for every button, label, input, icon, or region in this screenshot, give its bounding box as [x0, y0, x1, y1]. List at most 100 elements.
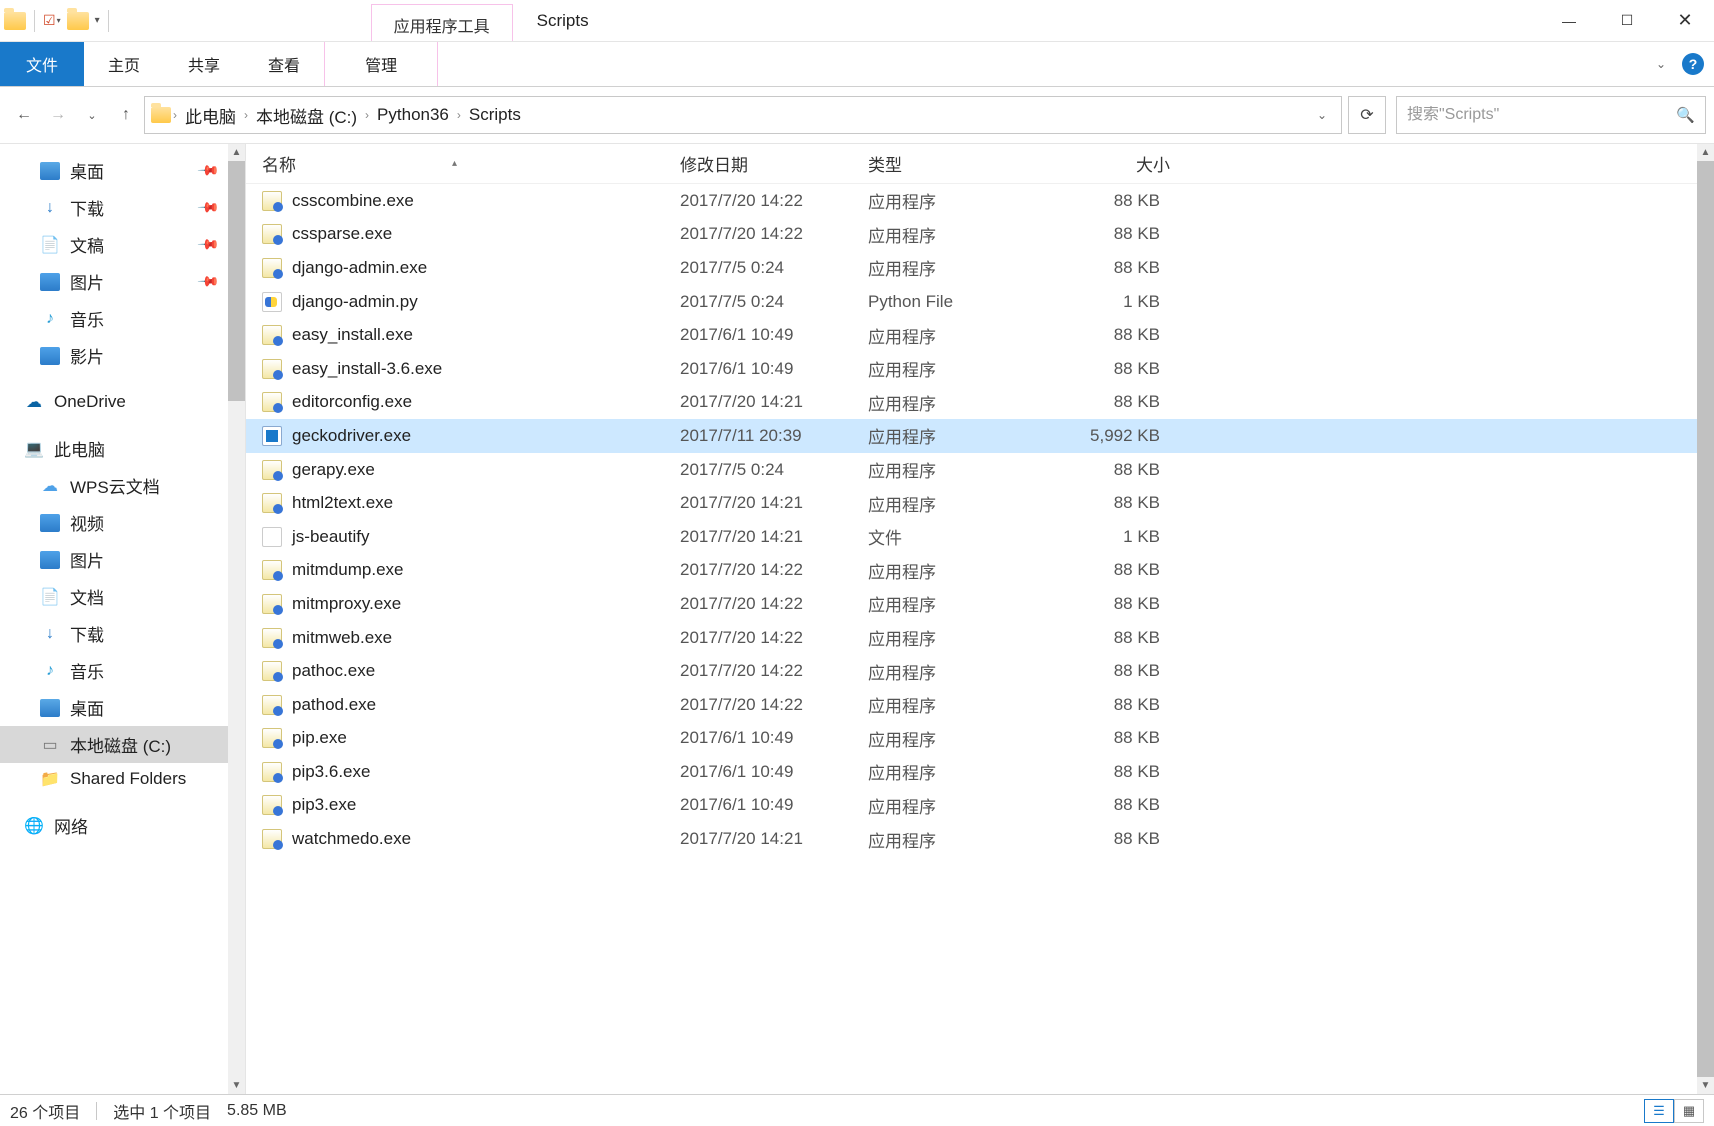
tab-share[interactable]: 共享 — [164, 42, 244, 86]
qat-properties-button[interactable]: ☑▾ — [43, 12, 61, 29]
qat-customize-button[interactable]: ▾ — [95, 15, 100, 26]
scroll-down-arrow-icon[interactable]: ▼ — [1697, 1077, 1714, 1094]
up-button[interactable]: ↑ — [110, 99, 142, 131]
nav-item[interactable]: ♪音乐 — [0, 300, 245, 337]
tab-view[interactable]: 查看 — [244, 42, 324, 86]
column-header-size[interactable]: 大小 — [1056, 151, 1178, 176]
column-header-name[interactable]: 名称 ▴ — [262, 151, 680, 176]
breadcrumb-item[interactable]: 此电脑 — [179, 103, 242, 128]
app-folder-icon[interactable] — [4, 12, 26, 30]
folder-icon — [151, 107, 171, 123]
file-row[interactable]: django-admin.py2017/7/5 0:24Python File1… — [246, 285, 1714, 319]
chevron-right-icon[interactable]: › — [244, 108, 248, 122]
nav-item[interactable]: ♪音乐 — [0, 652, 245, 689]
context-tab-app-tools[interactable]: 应用程序工具 — [371, 4, 513, 41]
view-large-icons-button[interactable]: ▦ — [1674, 1099, 1704, 1123]
nav-item[interactable]: 桌面 — [0, 689, 245, 726]
file-type: 应用程序 — [868, 827, 1056, 852]
back-button[interactable]: ← — [8, 99, 40, 131]
nav-scrollbar[interactable]: ▲ ▼ — [228, 144, 245, 1094]
nav-item[interactable]: 图片📌 — [0, 263, 245, 300]
nav-item[interactable]: 视频 — [0, 504, 245, 541]
file-row[interactable]: js-beautify2017/7/20 14:21文件1 KB — [246, 520, 1714, 554]
scroll-thumb[interactable] — [228, 161, 245, 401]
file-row[interactable]: geckodriver.exe2017/7/11 20:39应用程序5,992 … — [246, 419, 1714, 453]
file-row[interactable]: pip3.6.exe2017/6/1 10:49应用程序88 KB — [246, 755, 1714, 789]
file-scrollbar[interactable]: ▲ ▼ — [1697, 144, 1714, 1094]
nav-item[interactable]: ☁OneDrive — [0, 386, 245, 418]
address-dropdown-button[interactable]: ⌄ — [1309, 108, 1335, 122]
chevron-right-icon[interactable]: › — [173, 108, 177, 122]
file-row[interactable]: mitmweb.exe2017/7/20 14:22应用程序88 KB — [246, 621, 1714, 655]
file-row[interactable]: watchmedo.exe2017/7/20 14:21应用程序88 KB — [246, 822, 1714, 856]
column-header-type[interactable]: 类型 — [868, 151, 1056, 176]
nav-item[interactable]: 💻此电脑 — [0, 430, 245, 467]
file-size: 88 KB — [1056, 325, 1178, 345]
help-button[interactable]: ? — [1682, 53, 1704, 75]
nav-item[interactable]: ▭本地磁盘 (C:) — [0, 726, 245, 763]
tab-manage[interactable]: 管理 — [324, 42, 438, 86]
file-row[interactable]: django-admin.exe2017/7/5 0:24应用程序88 KB — [246, 251, 1714, 285]
minimize-button[interactable]: — — [1540, 0, 1598, 41]
file-row[interactable]: pip3.exe2017/6/1 10:49应用程序88 KB — [246, 789, 1714, 823]
nav-item[interactable]: 桌面📌 — [0, 152, 245, 189]
file-row[interactable]: mitmproxy.exe2017/7/20 14:22应用程序88 KB — [246, 587, 1714, 621]
scroll-down-arrow-icon[interactable]: ▼ — [228, 1077, 245, 1094]
title-bar: ☑▾ ▾ 应用程序工具 Scripts — ☐ ✕ — [0, 0, 1714, 42]
breadcrumb-bar[interactable]: › 此电脑 › 本地磁盘 (C:) › Python36 › Scripts ⌄ — [144, 96, 1342, 134]
file-row[interactable]: editorconfig.exe2017/7/20 14:21应用程序88 KB — [246, 386, 1714, 420]
nav-item[interactable]: 影片 — [0, 337, 245, 374]
file-row[interactable]: pathoc.exe2017/7/20 14:22应用程序88 KB — [246, 654, 1714, 688]
nav-item[interactable]: ↓下载 — [0, 615, 245, 652]
column-header-date[interactable]: 修改日期 — [680, 151, 868, 176]
file-date: 2017/6/1 10:49 — [680, 325, 868, 345]
refresh-button[interactable]: ⟳ — [1348, 96, 1386, 134]
scroll-up-arrow-icon[interactable]: ▲ — [228, 144, 245, 161]
chevron-right-icon[interactable]: › — [457, 108, 461, 122]
nav-item[interactable]: 图片 — [0, 541, 245, 578]
quick-access-toolbar: ☑▾ ▾ — [0, 10, 111, 32]
ribbon-expand-button[interactable]: ⌄ — [1656, 57, 1666, 71]
recent-locations-button[interactable]: ⌄ — [76, 99, 108, 131]
file-row[interactable]: cssparse.exe2017/7/20 14:22应用程序88 KB — [246, 218, 1714, 252]
tab-home[interactable]: 主页 — [84, 42, 164, 86]
file-type: 应用程序 — [868, 625, 1056, 650]
nav-item[interactable]: 🌐网络 — [0, 807, 245, 844]
close-button[interactable]: ✕ — [1656, 0, 1714, 41]
tab-file[interactable]: 文件 — [0, 42, 84, 86]
file-row[interactable]: easy_install.exe2017/6/1 10:49应用程序88 KB — [246, 318, 1714, 352]
file-date: 2017/7/20 14:21 — [680, 392, 868, 412]
nav-item[interactable]: ↓下载📌 — [0, 189, 245, 226]
ribbon-tabs: 文件 主页 共享 查看 管理 ⌄ ? — [0, 42, 1714, 87]
search-icon[interactable]: 🔍 — [1676, 106, 1695, 124]
chevron-right-icon[interactable]: › — [365, 108, 369, 122]
file-row[interactable]: csscombine.exe2017/7/20 14:22应用程序88 KB — [246, 184, 1714, 218]
gecko-file-icon — [262, 426, 282, 446]
nav-item[interactable]: 📁Shared Folders — [0, 763, 245, 795]
cloud-icon: ☁ — [40, 477, 60, 495]
file-row[interactable]: easy_install-3.6.exe2017/6/1 10:49应用程序88… — [246, 352, 1714, 386]
breadcrumb-item[interactable]: 本地磁盘 (C:) — [250, 103, 363, 128]
view-details-button[interactable]: ☰ — [1644, 1099, 1674, 1123]
nav-item-label: 本地磁盘 (C:) — [70, 732, 171, 757]
nav-item[interactable]: ☁WPS云文档 — [0, 467, 245, 504]
scroll-thumb[interactable] — [1697, 161, 1714, 1077]
forward-button[interactable]: → — [42, 99, 74, 131]
breadcrumb-item[interactable]: Python36 — [371, 105, 455, 125]
file-row[interactable]: html2text.exe2017/7/20 14:21应用程序88 KB — [246, 486, 1714, 520]
breadcrumb-item[interactable]: Scripts — [463, 105, 527, 125]
file-date: 2017/6/1 10:49 — [680, 762, 868, 782]
qat-new-folder-button[interactable] — [67, 12, 89, 30]
scroll-up-arrow-icon[interactable]: ▲ — [1697, 144, 1714, 161]
nav-item[interactable]: 📄文稿📌 — [0, 226, 245, 263]
search-box[interactable]: 🔍 — [1396, 96, 1706, 134]
nav-item[interactable]: 📄文档 — [0, 578, 245, 615]
search-input[interactable] — [1407, 106, 1676, 124]
file-row[interactable]: pathod.exe2017/7/20 14:22应用程序88 KB — [246, 688, 1714, 722]
file-row[interactable]: pip.exe2017/6/1 10:49应用程序88 KB — [246, 722, 1714, 756]
file-size: 88 KB — [1056, 493, 1178, 513]
status-item-count: 26 个项目 — [10, 1099, 80, 1123]
file-row[interactable]: gerapy.exe2017/7/5 0:24应用程序88 KB — [246, 453, 1714, 487]
maximize-button[interactable]: ☐ — [1598, 0, 1656, 41]
file-row[interactable]: mitmdump.exe2017/7/20 14:22应用程序88 KB — [246, 554, 1714, 588]
